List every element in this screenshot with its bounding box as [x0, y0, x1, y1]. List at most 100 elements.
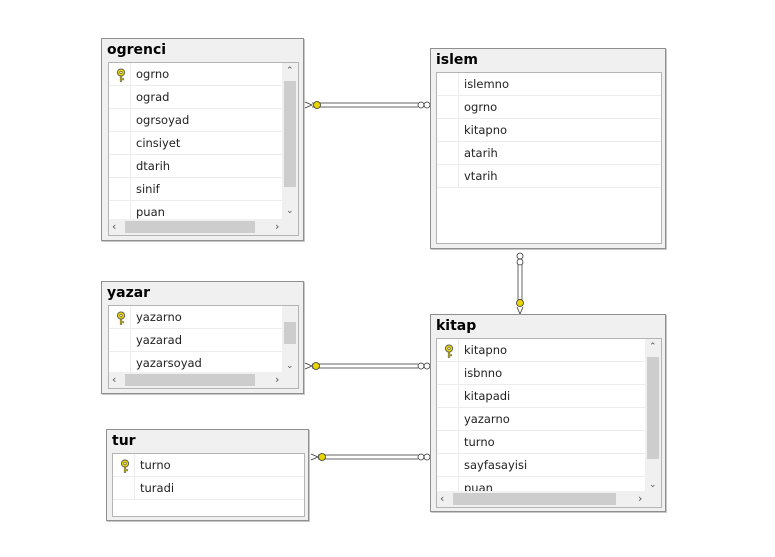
key-icon — [119, 458, 131, 477]
column-grid: yazarno yazarad yazarsoyad ⌄ ‹ › — [108, 305, 299, 389]
row-selector[interactable] — [437, 96, 459, 118]
column-row[interactable]: ograd — [109, 86, 298, 109]
vertical-scrollbar[interactable]: ⌃ ⌄ — [645, 339, 661, 493]
table-tur[interactable]: tur turno turadi — [106, 429, 309, 521]
row-selector[interactable] — [109, 178, 131, 200]
infinity-icon — [417, 101, 431, 109]
row-selector[interactable] — [113, 454, 135, 476]
scroll-right-icon[interactable]: › — [638, 493, 642, 504]
table-title[interactable]: tur — [112, 433, 136, 449]
column-name: dtarih — [136, 159, 171, 173]
row-selector[interactable] — [437, 454, 459, 476]
key-end-icon — [516, 299, 524, 307]
scroll-down-icon[interactable]: ⌄ — [286, 362, 294, 371]
column-row[interactable]: turno — [113, 454, 304, 477]
column-row[interactable]: ogrsoyad — [109, 109, 298, 132]
scroll-left-icon[interactable]: ‹ — [112, 221, 116, 232]
row-selector[interactable] — [113, 477, 135, 499]
column-row[interactable]: ogrno — [437, 96, 661, 119]
row-selector[interactable] — [109, 352, 131, 374]
column-name: islemno — [464, 77, 509, 91]
column-row[interactable]: kitapadi — [437, 385, 661, 408]
scroll-thumb[interactable] — [647, 357, 659, 459]
column-name: cinsiyet — [136, 136, 181, 150]
column-row[interactable]: cinsiyet — [109, 132, 298, 155]
row-selector[interactable] — [109, 132, 131, 154]
vertical-scrollbar[interactable]: ⌃ ⌄ — [282, 63, 298, 219]
table-title[interactable]: islem — [436, 52, 478, 68]
scroll-down-icon[interactable]: ⌄ — [649, 481, 657, 490]
column-name: yazarno — [464, 412, 510, 426]
row-selector[interactable] — [437, 119, 459, 141]
column-row[interactable]: turno — [437, 431, 661, 454]
row-selector[interactable] — [437, 385, 459, 407]
scroll-up-icon[interactable]: ⌃ — [286, 67, 294, 76]
column-name: ogrno — [464, 100, 498, 114]
row-selector[interactable] — [109, 329, 131, 351]
row-selector[interactable] — [437, 362, 459, 384]
relationship-islem-kitap[interactable] — [516, 252, 524, 316]
horizontal-scrollbar[interactable]: ‹ › — [109, 372, 298, 388]
column-name: yazarno — [136, 310, 182, 324]
column-name: isbnno — [464, 366, 503, 380]
scroll-thumb[interactable] — [453, 493, 616, 505]
horizontal-scrollbar[interactable]: ‹ › — [437, 491, 661, 507]
scroll-thumb[interactable] — [284, 322, 296, 344]
relationship-ogrenci-islem[interactable] — [304, 101, 431, 109]
column-name: vtarih — [464, 169, 498, 183]
column-name: sinif — [136, 182, 160, 196]
column-row[interactable]: sinif — [109, 178, 298, 201]
row-selector[interactable] — [109, 306, 131, 328]
table-kitap[interactable]: kitap kitapno isbnno kitapadi yazarno turno s… — [430, 314, 666, 512]
scroll-left-icon[interactable]: ‹ — [112, 374, 116, 385]
table-ogrenci[interactable]: ogrenci ogrno ograd ogrsoyad cinsiyet dtarih… — [101, 38, 304, 241]
column-row[interactable]: kitapno — [437, 339, 661, 362]
row-selector[interactable] — [109, 109, 131, 131]
row-selector[interactable] — [437, 73, 459, 95]
row-selector[interactable] — [109, 63, 131, 85]
key-icon — [443, 343, 455, 362]
scroll-thumb[interactable] — [284, 81, 296, 187]
row-selector[interactable] — [437, 431, 459, 453]
row-selector[interactable] — [109, 86, 131, 108]
scroll-thumb[interactable] — [125, 221, 255, 233]
row-selector[interactable] — [437, 408, 459, 430]
column-row[interactable]: ogrno — [109, 63, 298, 86]
column-name: sayfasayisi — [464, 458, 528, 472]
horizontal-scrollbar[interactable]: ‹ › — [109, 219, 298, 235]
column-row[interactable]: dtarih — [109, 155, 298, 178]
relationship-yazar-kitap[interactable] — [304, 362, 431, 370]
scroll-right-icon[interactable]: › — [275, 221, 279, 232]
column-name: ograd — [136, 90, 170, 104]
column-row[interactable]: yazarno — [437, 408, 661, 431]
row-selector[interactable] — [437, 142, 459, 164]
column-row[interactable]: yazarno — [109, 306, 298, 329]
row-selector[interactable] — [109, 155, 131, 177]
column-row[interactable]: kitapno — [437, 119, 661, 142]
table-islem[interactable]: islem islemno ogrno kitapno atarih vtarih — [430, 48, 666, 249]
column-grid: islemno ogrno kitapno atarih vtarih — [436, 72, 662, 244]
scroll-left-icon[interactable]: ‹ — [440, 493, 444, 504]
table-title[interactable]: yazar — [107, 285, 150, 301]
column-name: kitapno — [464, 123, 508, 137]
table-title[interactable]: kitap — [436, 318, 476, 334]
column-row[interactable]: sayfasayisi — [437, 454, 661, 477]
scroll-up-icon[interactable]: ⌃ — [649, 343, 657, 352]
vertical-scrollbar[interactable]: ⌄ — [282, 306, 298, 374]
column-grid: kitapno isbnno kitapadi yazarno turno sayfasa… — [436, 338, 662, 508]
scroll-down-icon[interactable]: ⌄ — [286, 207, 294, 216]
column-row[interactable]: islemno — [437, 73, 661, 96]
table-yazar[interactable]: yazar yazarno yazarad yazarsoyad ⌄ ‹ › — [101, 281, 304, 394]
row-selector[interactable] — [437, 339, 459, 361]
column-row[interactable]: vtarih — [437, 165, 661, 188]
infinity-icon — [516, 252, 524, 266]
scroll-thumb[interactable] — [125, 374, 255, 386]
column-row[interactable]: turadi — [113, 477, 304, 500]
column-row[interactable]: yazarad — [109, 329, 298, 352]
row-selector[interactable] — [437, 165, 459, 187]
relationship-tur-kitap[interactable] — [310, 453, 431, 461]
column-row[interactable]: isbnno — [437, 362, 661, 385]
column-row[interactable]: atarih — [437, 142, 661, 165]
scroll-right-icon[interactable]: › — [275, 374, 279, 385]
table-title[interactable]: ogrenci — [107, 42, 166, 58]
